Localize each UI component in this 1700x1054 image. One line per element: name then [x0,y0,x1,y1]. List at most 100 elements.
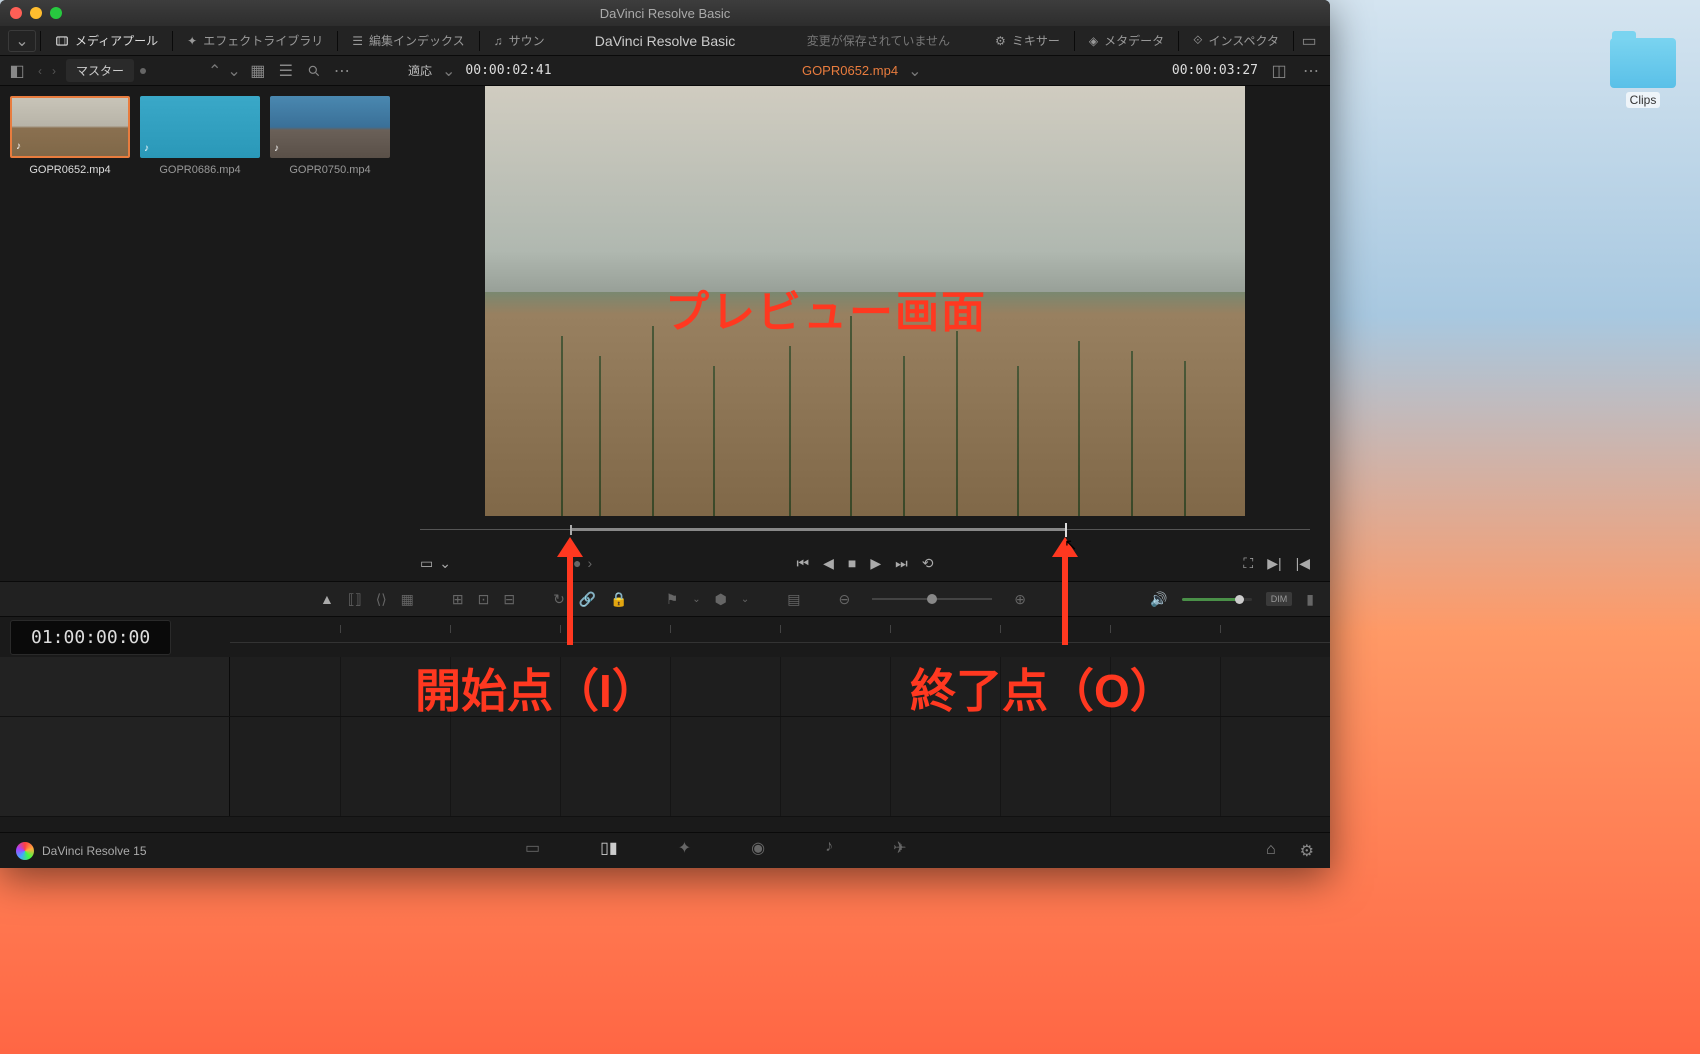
list-view-icon[interactable]: ☰ [275,60,297,82]
viewer-mode-icon[interactable]: ▭ [420,555,433,572]
next-edit-icon[interactable]: › [587,555,592,571]
minimize-button[interactable] [30,7,42,19]
play-button[interactable]: ▶ [870,555,881,572]
trim-tool[interactable]: ⟦⟧ [348,591,362,608]
folder-label: Clips [1626,92,1661,108]
dual-viewer-icon[interactable]: ◫ [1268,60,1290,82]
timeline-ruler[interactable] [230,625,1330,643]
volume-slider[interactable] [1182,598,1252,601]
metadata-toggle[interactable]: ◈メタデータ [1079,28,1174,53]
video-track[interactable] [0,657,1330,717]
deliver-page[interactable]: ✈ [893,838,906,864]
scrubber[interactable] [420,528,1310,532]
source-timecode[interactable]: 00:00:02:41 [465,63,551,78]
project-settings-button[interactable]: ⚙ [1300,841,1314,861]
chevron-down-icon[interactable]: ⌄ [692,594,700,605]
dynamic-trim-tool[interactable]: ⟨⟩ [376,591,387,608]
lock-icon[interactable]: 🔒 [610,591,627,608]
sort-down-icon[interactable]: ⌄ [227,61,240,81]
in-point-marker[interactable] [570,525,572,535]
first-frame-button[interactable]: ⏮ [797,555,810,572]
sound-icon: ♫ [494,34,503,48]
chevron-down-icon[interactable]: ⌄ [908,61,921,81]
selection-tool[interactable]: ▲ [320,591,334,607]
media-pool-toggle[interactable]: メディアプール [45,28,168,53]
viewer-options-icon[interactable]: ⋯ [1300,60,1322,82]
replace-clip-icon[interactable]: ⊟ [503,591,515,608]
dim-button[interactable]: DIM [1266,592,1293,606]
link-icon[interactable]: 🔗 [579,591,596,608]
search-icon[interactable] [303,60,325,82]
inspector-toggle[interactable]: ⟐インスペクタ [1183,28,1289,53]
clip-thumb[interactable]: ♪ GOPR0686.mp4 [140,96,260,571]
sidebar-toggle-icon[interactable]: ◧ [6,60,28,82]
mixer-toggle[interactable]: ⚙ミキサー [985,28,1070,53]
home-button[interactable]: ⌂ [1266,841,1276,861]
next-clip-icon[interactable]: ▶| [1267,555,1281,572]
mixer-icon: ⚙ [995,34,1006,48]
prev-clip-icon[interactable]: |◀ [1296,555,1310,572]
insert-clip-icon[interactable]: ⊞ [452,591,464,608]
overwrite-clip-icon[interactable]: ⊡ [478,591,490,608]
record-timecode[interactable]: 00:00:03:27 [1172,63,1258,78]
timeline-timecode[interactable]: 01:00:00:00 [10,620,171,655]
blade-tool[interactable]: ▦ [401,591,414,608]
fit-dropdown[interactable]: 適応 [408,62,432,79]
timeline: 01:00:00:00 [0,617,1330,832]
effect-library-toggle[interactable]: ✦ エフェクトライブラリ [177,28,333,53]
flag-icon[interactable]: ⚑ [666,591,679,608]
marker-icon[interactable]: ⬢ [715,591,727,608]
reverse-play-button[interactable]: ◀ [823,555,834,572]
audio-track[interactable] [0,717,1330,817]
fusion-page[interactable]: ✦ [678,838,691,864]
last-frame-button[interactable]: ⏭ [895,555,908,572]
desktop-folder[interactable]: Clips [1606,38,1680,109]
chevron-down-icon[interactable]: ⌄ [439,555,451,572]
list-icon: ☰ [352,34,363,48]
workspace-dropdown[interactable]: ⌄ [8,30,36,52]
zoom-out-button[interactable]: ⊖ [839,591,851,608]
volume-icon[interactable]: 🔊 [1150,591,1167,608]
history-nav: ‹ › [34,62,60,80]
color-page[interactable]: ◉ [751,838,765,864]
resolve-logo-icon [16,842,34,860]
titlebar: DaVinci Resolve Basic [0,0,1330,26]
thumbnail-view-icon[interactable]: ▦ [247,60,269,82]
viewer-canvas[interactable]: プレビュー画面 [485,86,1245,516]
zoom-in-button[interactable]: ⊕ [1014,591,1026,608]
media-page[interactable]: ▭ [525,838,540,864]
history-back[interactable]: ‹ [34,62,46,80]
clip-thumb[interactable]: ♪ GOPR0652.mp4 [10,96,130,571]
edit-index-toggle[interactable]: ☰ 編集インデックス [342,28,474,53]
out-point-marker[interactable] [1065,523,1067,537]
clip-thumb[interactable]: ♪ GOPR0750.mp4 [270,96,390,571]
match-frame-icon[interactable]: ● [573,555,581,571]
top-menu: ⌄ メディアプール ✦ エフェクトライブラリ ☰ 編集インデックス ♫ サウン … [0,26,1330,56]
snap-icon[interactable]: ▤ [787,591,800,608]
zoom-slider[interactable] [872,598,992,600]
fullscreen-icon[interactable]: ⛶ [1243,555,1253,572]
bin-path[interactable]: マスター [66,59,134,82]
fairlight-page[interactable]: ♪ [825,838,833,864]
panel-toggle[interactable]: ▭ [1298,30,1320,52]
edit-page[interactable]: ▯▮ [600,838,618,864]
toolbar: ◧ ‹ › マスター ⌃ ⌄ ▦ ☰ ⋯ 適応 ⌄ 00:00:02:41 GO [0,56,1330,86]
options-icon[interactable]: ⋯ [331,60,353,82]
bottom-bar: DaVinci Resolve 15 ▭ ▯▮ ✦ ◉ ♪ ✈ ⌂ ⚙ [0,832,1330,868]
sound-library-toggle[interactable]: ♫ サウン [484,28,555,53]
chevron-down-icon[interactable]: ⌄ [741,594,749,605]
current-clip-name[interactable]: GOPR0652.mp4 [802,63,898,78]
stop-button[interactable]: ■ [848,555,856,571]
maximize-button[interactable] [50,7,62,19]
app-logo[interactable]: DaVinci Resolve 15 [16,842,147,860]
history-forward[interactable]: › [48,62,60,80]
unsaved-indicator: 変更が保存されていません [807,32,950,49]
audio-icon: ♪ [274,143,279,154]
sort-up-icon[interactable]: ⌃ [208,61,221,81]
meter-icon[interactable]: ▮ [1306,591,1314,608]
close-button[interactable] [10,7,22,19]
effects-icon: ✦ [187,34,197,48]
project-title: DaVinci Resolve Basic [595,33,736,49]
loop-button[interactable]: ⟲ [922,555,934,572]
retime-icon[interactable]: ↻ [553,591,565,608]
